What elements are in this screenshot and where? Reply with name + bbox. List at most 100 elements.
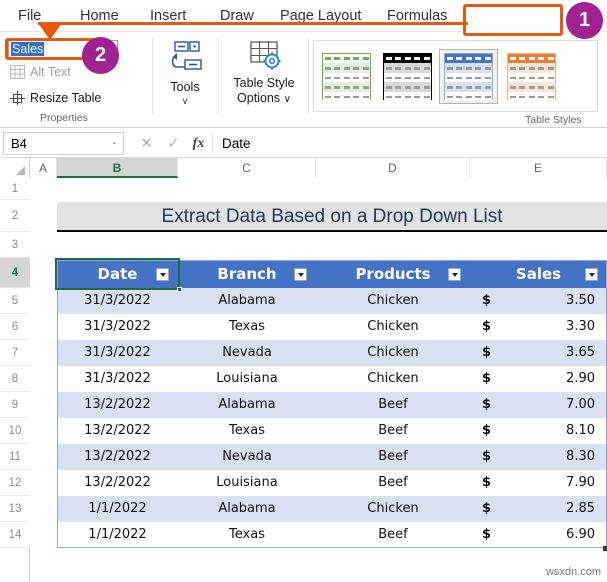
cell-branch[interactable]: Louisiana (178, 366, 316, 392)
name-box[interactable]: B4 ˇ (3, 132, 124, 155)
cell-product[interactable]: Beef (316, 392, 470, 418)
cell-amount[interactable]: 3.50 (500, 288, 595, 314)
confirm-icon[interactable]: ✓ (161, 132, 186, 155)
cell-product[interactable]: Chicken (316, 314, 470, 340)
row-header-14[interactable]: 14 (0, 522, 30, 548)
cell-branch[interactable]: Texas (178, 314, 316, 340)
cell-amount[interactable]: 3.65 (500, 340, 595, 366)
cell-product[interactable]: Beef (316, 470, 470, 496)
table-style-blue-swatch[interactable] (439, 49, 498, 104)
filter-dropdown-products-icon[interactable] (448, 267, 461, 281)
row-header-7[interactable]: 7 (0, 340, 30, 366)
column-header-a[interactable]: A (30, 158, 57, 178)
filter-dropdown-sales-icon[interactable] (585, 267, 598, 281)
cell-date[interactable]: 31/3/2022 (57, 366, 178, 392)
cell-branch[interactable]: Alabama (178, 496, 316, 522)
row-header-3[interactable]: 3 (0, 232, 30, 258)
insert-function-icon[interactable]: fx (186, 132, 211, 155)
formula-input[interactable]: Date (212, 132, 604, 155)
cell-date[interactable]: 13/2/2022 (57, 470, 178, 496)
row-header-9[interactable]: 9 (0, 392, 30, 418)
cell-currency-symbol: $ (482, 345, 492, 360)
cell-product[interactable]: Chicken (316, 366, 470, 392)
cell-amount[interactable]: 7.90 (500, 470, 595, 496)
cell-branch[interactable]: Texas (178, 522, 316, 548)
row-header-1[interactable]: 1 (0, 178, 30, 200)
column-header-b[interactable]: B (57, 158, 178, 178)
row-header-13[interactable]: 13 (0, 496, 30, 522)
table-row[interactable]: 31/3/2022 Texas Chicken $3.30 (57, 314, 607, 340)
table-row[interactable]: 13/2/2022 Texas Beef $8.10 (57, 418, 607, 444)
cell-product[interactable]: Beef (316, 444, 470, 470)
table-style-orange-swatch[interactable] (503, 50, 560, 103)
row-header-8[interactable]: 8 (0, 366, 30, 392)
cell-amount[interactable]: 8.30 (500, 444, 595, 470)
column-header-c[interactable]: C (178, 158, 316, 178)
callout-connector-line (38, 22, 468, 25)
row-header-11[interactable]: 11 (0, 444, 30, 470)
cell-product[interactable]: Beef (316, 522, 470, 548)
table-row[interactable]: 13/2/2022 Nevada Beef $8.30 (57, 444, 607, 470)
cell-product[interactable]: Beef (316, 418, 470, 444)
cell-date[interactable]: 13/2/2022 (57, 392, 178, 418)
tools-button[interactable]: Tools ∨ (160, 40, 210, 109)
table-header-products[interactable]: Products (316, 260, 470, 288)
cancel-icon[interactable]: ✕ (134, 132, 159, 155)
cell-currency-symbol: $ (482, 475, 492, 490)
cell-date[interactable]: 31/3/2022 (57, 340, 178, 366)
cell-amount[interactable]: 6.90 (500, 522, 595, 548)
filter-dropdown-branch-icon[interactable] (294, 267, 307, 281)
cell-date[interactable]: 31/3/2022 (57, 314, 178, 340)
row-header-5[interactable]: 5 (0, 288, 30, 314)
chevron-down-icon[interactable]: ˇ (113, 137, 116, 158)
cell-product[interactable]: Chicken (316, 496, 470, 522)
cell-product[interactable]: Chicken (316, 288, 470, 314)
table-row[interactable]: 1/1/2022 Alabama Chicken $2.85 (57, 496, 607, 522)
table-style-options-caret-icon: ∨ (283, 94, 291, 105)
cell-date[interactable]: 31/3/2022 (57, 288, 178, 314)
row-header-12[interactable]: 12 (0, 470, 30, 496)
cell-date[interactable]: 13/2/2022 (57, 444, 178, 470)
cell-date[interactable]: 1/1/2022 (57, 496, 178, 522)
cell-branch[interactable]: Alabama (178, 392, 316, 418)
cell-branch[interactable]: Texas (178, 418, 316, 444)
cell-amount[interactable]: 2.85 (500, 496, 595, 522)
cell-amount[interactable]: 7.00 (500, 392, 595, 418)
table-resize-handle[interactable] (603, 546, 607, 551)
resize-table-button[interactable]: Resize Table (10, 90, 101, 106)
cell-amount[interactable]: 3.30 (500, 314, 595, 340)
row-header-10[interactable]: 10 (0, 418, 30, 444)
cell-product[interactable]: Chicken (316, 340, 470, 366)
table-row[interactable]: 13/2/2022 Alabama Beef $7.00 (57, 392, 607, 418)
table-style-black-swatch[interactable] (379, 50, 436, 103)
row-header-2[interactable]: 2 (0, 200, 30, 232)
cell-amount[interactable]: 2.90 (500, 366, 595, 392)
tab-table-design[interactable]: Table Design (470, 4, 562, 28)
cell-branch[interactable]: Alabama (178, 288, 316, 314)
column-header-e[interactable]: E (470, 158, 607, 178)
filter-dropdown-date-icon[interactable] (156, 267, 169, 281)
select-all-corner[interactable] (0, 158, 30, 178)
alt-text-button[interactable]: Alt Text (10, 64, 71, 80)
table-row[interactable]: 31/3/2022 Louisiana Chicken $2.90 (57, 366, 607, 392)
group-divider-1 (152, 38, 153, 114)
cell-amount[interactable]: 8.10 (500, 418, 595, 444)
table-row[interactable]: 31/3/2022 Nevada Chicken $3.65 (57, 340, 607, 366)
row-header-6[interactable]: 6 (0, 314, 30, 340)
row-header-4[interactable]: 4 (0, 258, 30, 288)
cell-branch[interactable]: Nevada (178, 444, 316, 470)
watermark: wsxdn.com (545, 566, 601, 578)
table-style-green-swatch[interactable] (318, 50, 375, 103)
table-row[interactable]: 1/1/2022 Texas Beef $6.90 (57, 522, 607, 548)
table-row[interactable]: 31/3/2022 Alabama Chicken $3.50 (57, 288, 607, 314)
table-row[interactable]: 13/2/2022 Louisiana Beef $7.90 (57, 470, 607, 496)
active-cell-fill-handle[interactable] (177, 287, 182, 292)
table-styles-gallery[interactable] (313, 40, 598, 112)
cell-date[interactable]: 13/2/2022 (57, 418, 178, 444)
cell-branch[interactable]: Louisiana (178, 470, 316, 496)
table-style-options-button[interactable]: Table Style Options ∨ (222, 40, 306, 107)
cell-date[interactable]: 1/1/2022 (57, 522, 178, 548)
cell-branch[interactable]: Nevada (178, 340, 316, 366)
column-header-d[interactable]: D (316, 158, 470, 178)
tools-caret-icon[interactable]: ∨ (160, 94, 210, 109)
